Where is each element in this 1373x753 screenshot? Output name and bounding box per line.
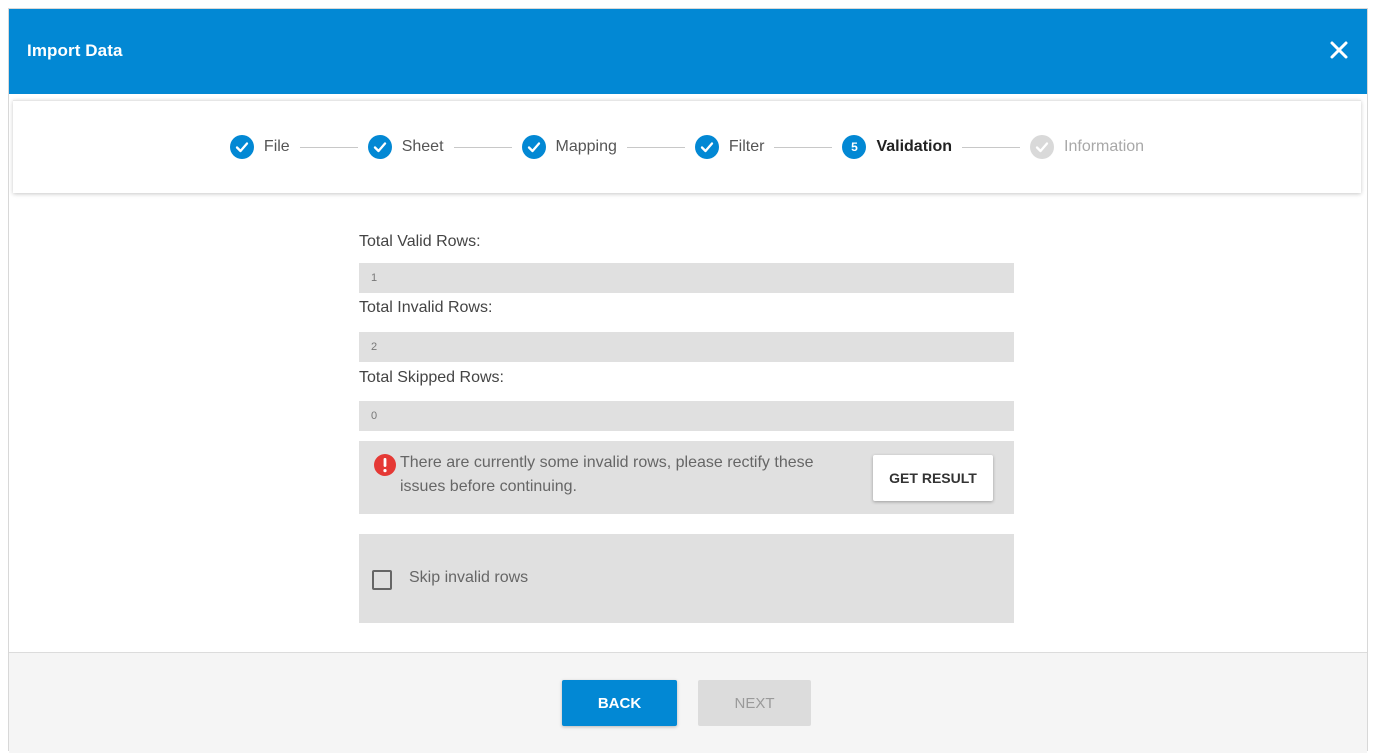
- dialog-header: Import Data: [9, 9, 1367, 94]
- step-connector: [774, 146, 833, 148]
- step-label: Sheet: [401, 138, 444, 155]
- skip-invalid-rows-checkbox[interactable]: [372, 570, 392, 590]
- step-label: Filter: [728, 138, 765, 155]
- stepper: File Sheet Mapping Filter 5 Validation I…: [13, 100, 1361, 193]
- get-result-button[interactable]: GET RESULT: [873, 455, 993, 501]
- skipped-rows-label: Total Skipped Rows:: [359, 369, 504, 386]
- invalid-rows-field: 2: [359, 332, 1014, 362]
- error-icon: [373, 453, 397, 477]
- check-icon: [694, 135, 719, 159]
- step-filter[interactable]: Filter: [694, 135, 765, 159]
- step-label: Validation: [876, 138, 953, 155]
- step-validation[interactable]: 5 Validation: [842, 135, 952, 159]
- step-file[interactable]: File: [229, 135, 290, 159]
- step-label: Mapping: [555, 138, 617, 155]
- invalid-rows-warning: There are currently some invalid rows, p…: [359, 441, 1014, 514]
- step-label: File: [263, 138, 290, 155]
- check-icon: [229, 135, 254, 159]
- dialog-title: Import Data: [27, 41, 123, 60]
- invalid-rows-label: Total Invalid Rows:: [359, 299, 493, 316]
- import-dialog: Import Data File Sheet Mapping Filter 5 …: [8, 8, 1368, 753]
- step-number-badge: 5: [842, 135, 867, 159]
- check-icon: [521, 135, 546, 159]
- step-information: Information: [1030, 135, 1144, 159]
- dialog-footer: BACK NEXT: [9, 652, 1367, 753]
- step-connector: [962, 146, 1021, 148]
- back-button[interactable]: BACK: [562, 680, 677, 726]
- skipped-rows-field: 0: [359, 401, 1014, 431]
- step-mapping[interactable]: Mapping: [521, 135, 617, 159]
- close-icon[interactable]: [1327, 38, 1351, 62]
- next-button: NEXT: [698, 680, 811, 726]
- valid-rows-label: Total Valid Rows:: [359, 233, 481, 250]
- skip-invalid-rows-label[interactable]: Skip invalid rows: [409, 569, 528, 587]
- step-connector: [453, 146, 512, 148]
- check-icon: [1030, 135, 1055, 159]
- valid-rows-field: 1: [359, 263, 1014, 293]
- step-connector: [299, 146, 358, 148]
- skip-invalid-rows-panel: Skip invalid rows: [359, 534, 1014, 623]
- check-icon: [367, 135, 392, 159]
- step-connector: [626, 146, 685, 148]
- step-label: Information: [1064, 138, 1145, 155]
- step-sheet[interactable]: Sheet: [367, 135, 444, 159]
- warning-message: There are currently some invalid rows, p…: [400, 454, 814, 495]
